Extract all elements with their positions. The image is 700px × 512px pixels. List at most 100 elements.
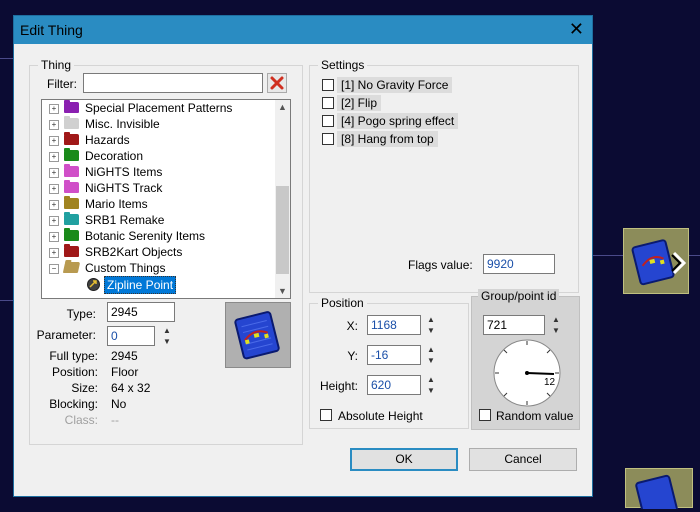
thing-preview — [225, 302, 291, 368]
height-stepper[interactable]: ▲ ▼ — [424, 374, 438, 396]
expand-icon[interactable]: + — [49, 184, 59, 194]
flag-label[interactable]: [4] Pogo spring effect — [337, 113, 459, 129]
tree-item[interactable]: + SRB2Kart Objects — [42, 244, 276, 261]
tree-item[interactable]: + NiGHTS Track — [42, 180, 276, 197]
tree-scrollbar[interactable]: ▲ ▼ — [275, 100, 290, 298]
y-stepper[interactable]: ▲ ▼ — [424, 344, 438, 366]
flag-checkbox[interactable] — [322, 97, 334, 109]
absolute-height-label[interactable]: Absolute Height — [338, 409, 423, 423]
tree-item-label[interactable]: Decoration — [85, 149, 143, 163]
y-input[interactable]: -16 — [367, 345, 421, 365]
tree-item-label[interactable]: SRB2Kart Objects — [85, 245, 182, 259]
edit-thing-dialog: Edit Thing ✕ Thing Filter: + Special Plac… — [13, 15, 593, 497]
tree-item[interactable]: + Misc. Invisible — [42, 116, 276, 133]
thing-type-tree[interactable]: + Special Placement Patterns + Misc. Invisi… — [41, 99, 291, 299]
thing-group-label: Thing — [38, 58, 75, 72]
parameter-input[interactable]: 0 — [107, 326, 155, 346]
tree-item-label[interactable]: NiGHTS Items — [85, 165, 162, 179]
position-info-label: Position: — [51, 365, 98, 379]
tree-item[interactable]: + Hazards — [42, 132, 276, 149]
map-line — [0, 58, 13, 59]
tree-item[interactable]: + SRB1 Remake — [42, 212, 276, 229]
tree-item-label[interactable]: Hazards — [85, 133, 130, 147]
flag-label[interactable]: [1] No Gravity Force — [337, 77, 453, 93]
filter-input[interactable] — [83, 73, 263, 93]
map-thing-icon[interactable] — [623, 228, 689, 294]
tree-item-label[interactable]: NiGHTS Track — [85, 181, 162, 195]
expand-icon[interactable]: + — [49, 152, 59, 162]
class-label: Class: — [64, 413, 98, 427]
tree-item-label[interactable]: Special Placement Patterns — [85, 101, 232, 115]
chevron-up-icon[interactable]: ▲ — [160, 325, 174, 336]
tree-item-label[interactable]: Botanic Serenity Items — [85, 229, 205, 243]
cancel-button[interactable]: Cancel — [469, 448, 577, 471]
chevron-down-icon[interactable]: ▼ — [424, 385, 438, 396]
random-value-label[interactable]: Random value — [496, 409, 573, 423]
chevron-down-icon[interactable]: ▼ — [424, 325, 438, 336]
chevron-down-icon[interactable]: ▼ — [424, 355, 438, 366]
expand-icon[interactable]: + — [49, 248, 59, 258]
type-input[interactable]: 2945 — [107, 302, 175, 322]
close-icon[interactable]: ✕ — [569, 20, 584, 38]
expand-icon[interactable]: + — [49, 136, 59, 146]
blocking-value: No — [111, 397, 127, 411]
chevron-down-icon[interactable]: ▼ — [549, 325, 563, 336]
chevron-up-icon[interactable]: ▲ — [424, 344, 438, 355]
flags-value-input[interactable]: 9920 — [483, 254, 555, 274]
group-id-input[interactable]: 721 — [483, 315, 545, 335]
parameter-stepper[interactable]: ▲ ▼ — [160, 325, 174, 347]
expand-icon[interactable]: + — [49, 216, 59, 226]
title-bar: Edit Thing ✕ — [14, 16, 592, 44]
tree-item[interactable]: + NiGHTS Items — [42, 164, 276, 181]
chevron-down-icon[interactable]: ▼ — [160, 336, 174, 347]
class-value: -- — [111, 413, 119, 427]
tree-item[interactable]: Zipline Point — [62, 276, 290, 294]
expand-icon[interactable]: + — [49, 232, 59, 242]
expand-icon[interactable]: + — [49, 200, 59, 210]
collapse-icon[interactable]: − — [49, 264, 59, 274]
map-line — [0, 300, 13, 301]
flag-checkbox[interactable] — [322, 115, 334, 127]
scroll-down-icon[interactable]: ▼ — [275, 284, 290, 298]
tree-item-label[interactable]: Misc. Invisible — [85, 117, 160, 131]
folder-icon — [64, 148, 79, 161]
height-input[interactable]: 620 — [367, 375, 421, 395]
tree-item-label[interactable]: Zipline Point — [104, 276, 177, 294]
tree-item[interactable]: + Special Placement Patterns — [42, 100, 276, 117]
map-thing-icon[interactable] — [625, 468, 693, 512]
scroll-up-icon[interactable]: ▲ — [275, 100, 290, 114]
chevron-up-icon[interactable]: ▲ — [424, 374, 438, 385]
x-stepper[interactable]: ▲ ▼ — [424, 314, 438, 336]
tree-item[interactable]: + Botanic Serenity Items — [42, 228, 276, 245]
angle-dial[interactable]: 1​2 — [492, 338, 562, 408]
scroll-thumb[interactable] — [276, 186, 289, 274]
flag-checkbox[interactable] — [322, 133, 334, 145]
zipline-point-icon — [234, 311, 280, 360]
height-label: Height: — [319, 379, 358, 393]
random-value-checkbox[interactable] — [479, 409, 491, 421]
expand-icon[interactable]: + — [49, 104, 59, 114]
group-id-stepper[interactable]: ▲ ▼ — [549, 314, 563, 336]
chevron-up-icon[interactable]: ▲ — [549, 314, 563, 325]
tree-item[interactable]: + Mario Items — [42, 196, 276, 213]
expand-icon[interactable]: + — [49, 168, 59, 178]
flags-value-label: Flags value: — [408, 258, 473, 272]
dialog-title: Edit Thing — [20, 22, 83, 38]
flag-label[interactable]: [2] Flip — [337, 95, 382, 111]
tree-item[interactable]: + Decoration — [42, 148, 276, 165]
clear-filter-button[interactable] — [267, 73, 287, 93]
chevron-up-icon[interactable]: ▲ — [424, 314, 438, 325]
absolute-height-checkbox[interactable] — [320, 409, 332, 421]
filter-label: Filter: — [47, 77, 77, 91]
tree-item[interactable]: − Custom Things — [42, 261, 276, 277]
folder-icon — [64, 212, 79, 225]
ok-button[interactable]: OK — [350, 448, 458, 471]
tree-item-label[interactable]: Custom Things — [85, 261, 165, 275]
expand-icon[interactable]: + — [49, 120, 59, 130]
tree-item-label[interactable]: Mario Items — [85, 197, 148, 211]
flag-checkbox[interactable] — [322, 79, 334, 91]
x-input[interactable]: 1168 — [367, 315, 421, 335]
tree-item-label[interactable]: SRB1 Remake — [85, 213, 164, 227]
flag-label[interactable]: [8] Hang from top — [337, 131, 438, 147]
type-label: Type: — [66, 307, 96, 321]
